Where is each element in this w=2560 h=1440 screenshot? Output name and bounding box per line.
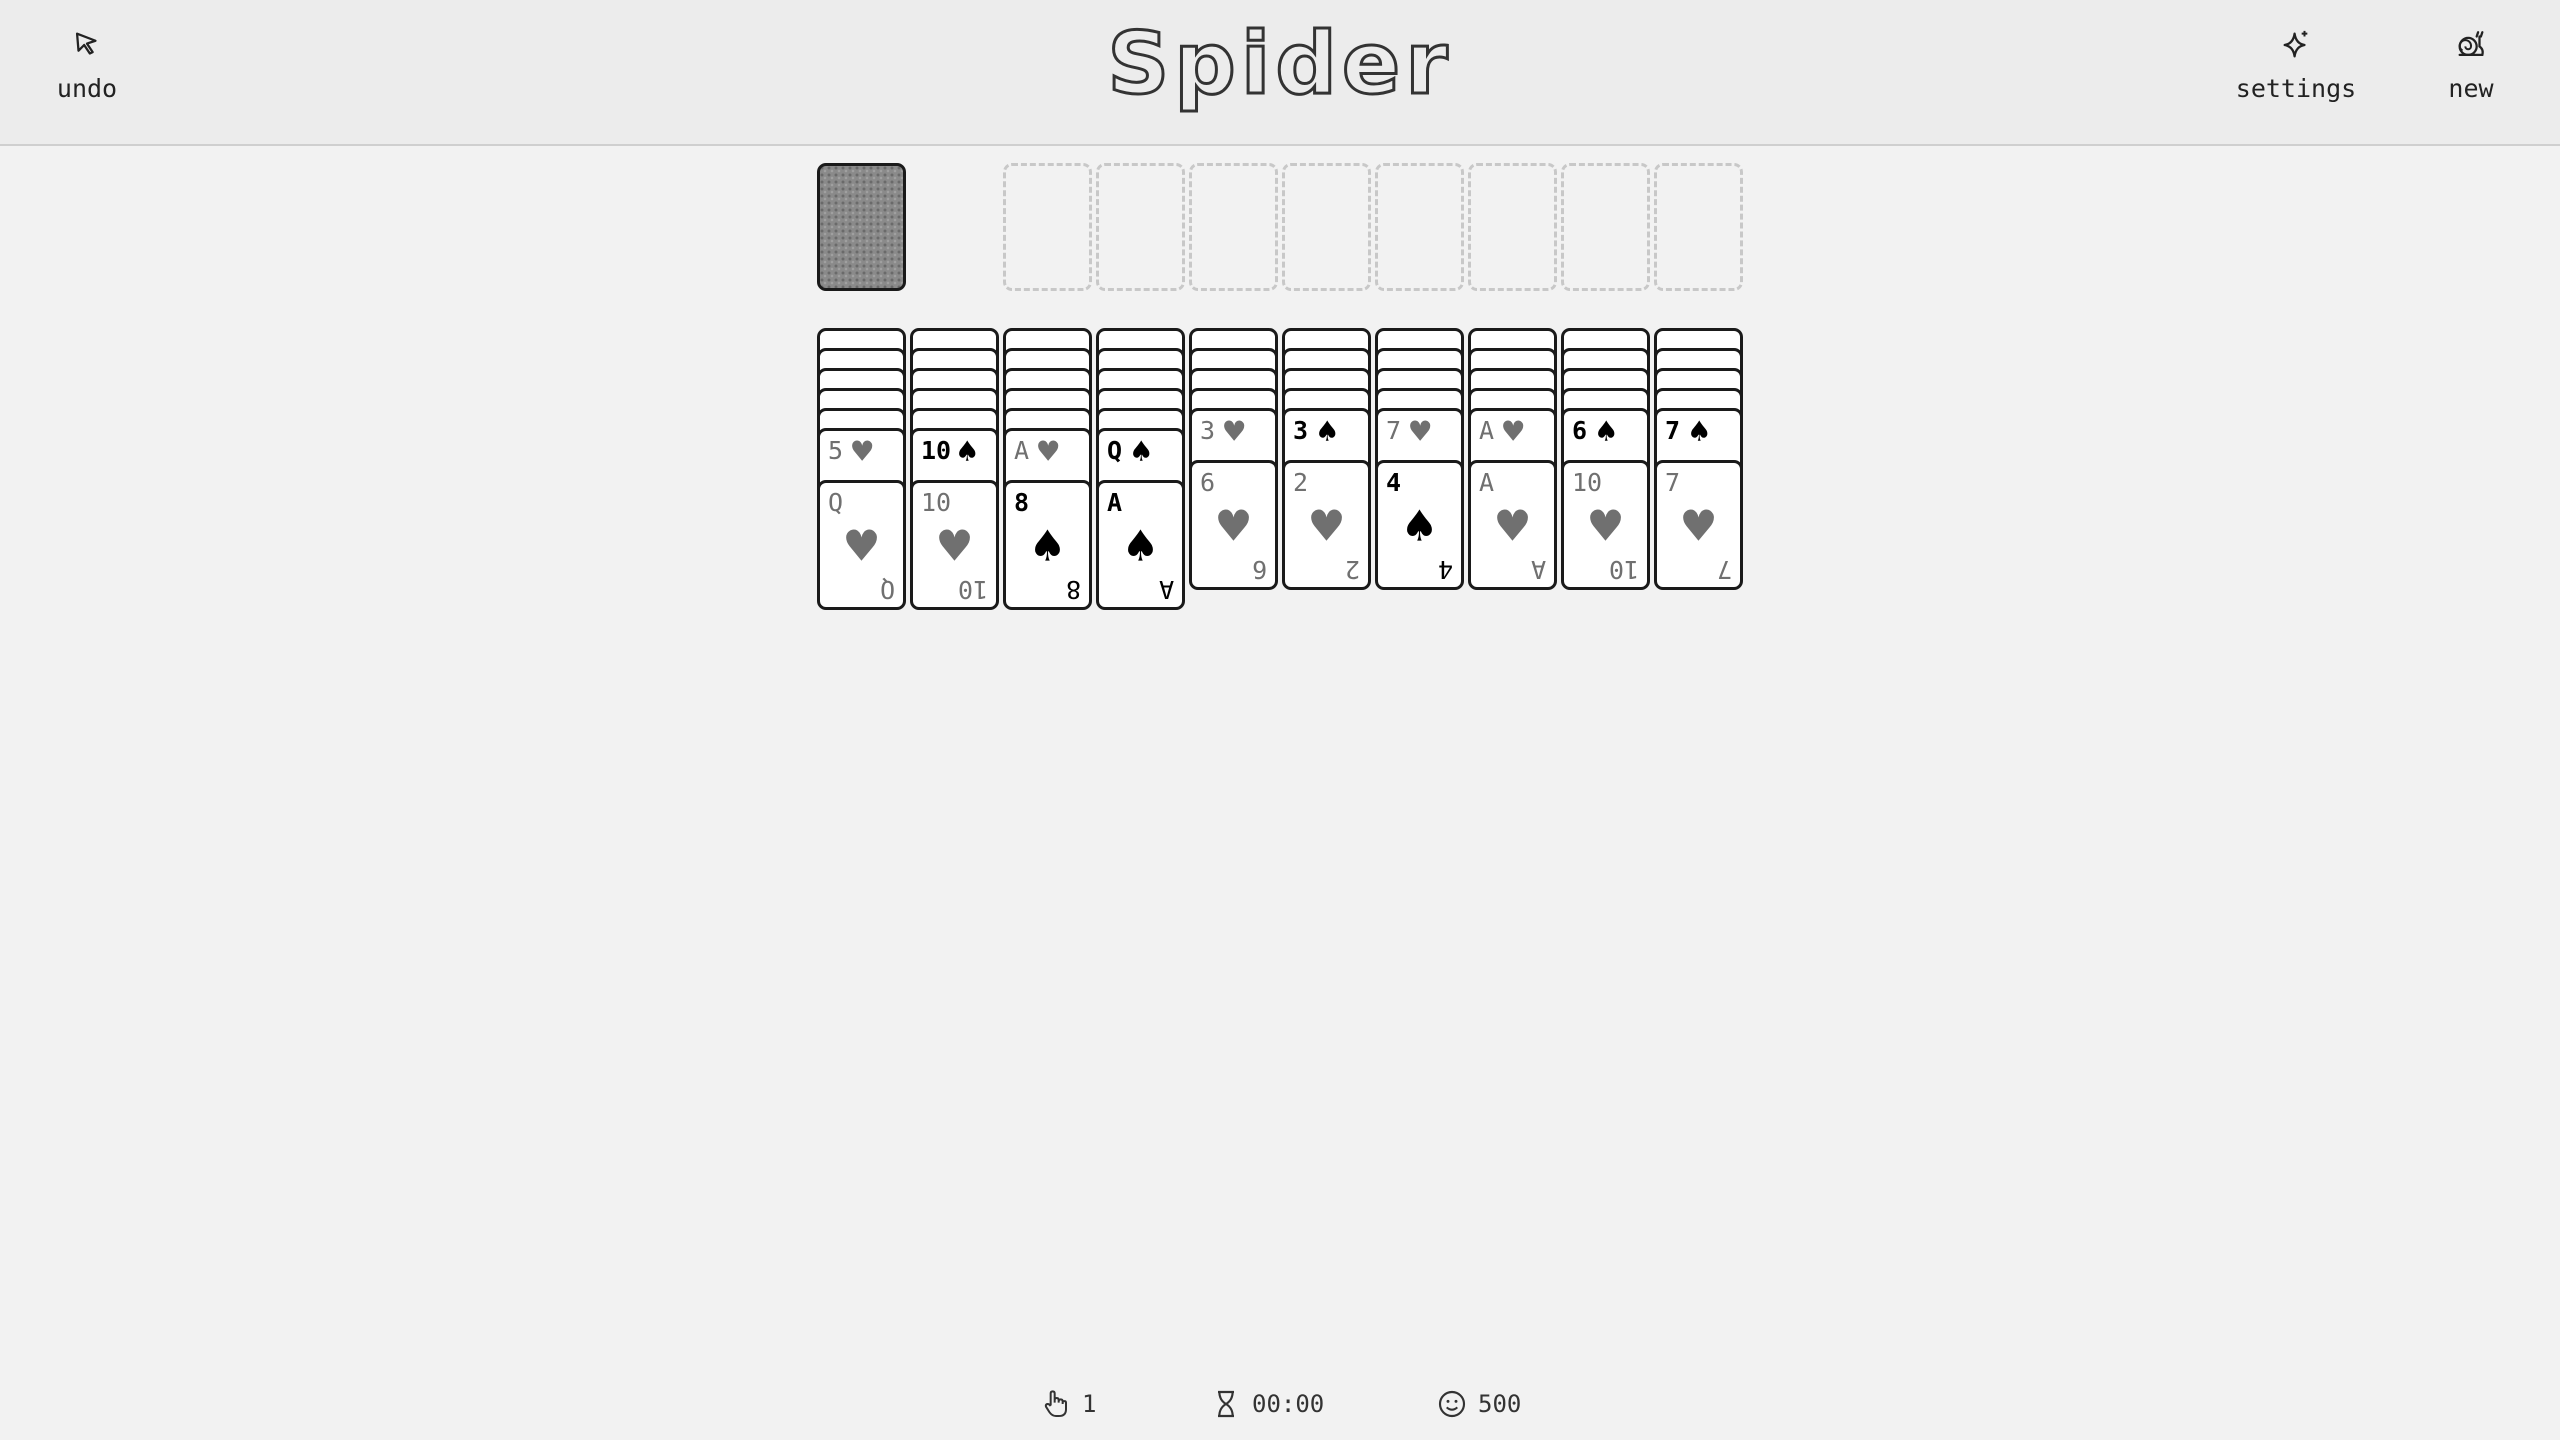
card-rank-corner: Q — [879, 575, 895, 604]
card-rank-corner: 4 — [1437, 555, 1453, 584]
heart-suit-icon: ♥ — [1217, 497, 1250, 557]
new-label: new — [2448, 74, 2494, 103]
foundation-slot — [1468, 163, 1557, 291]
heart-suit-icon: ♥ — [1038, 432, 1059, 472]
card-rank: Q — [1107, 436, 1123, 465]
timer: 00:00 — [1210, 1384, 1324, 1424]
heart-suit-icon: ♥ — [1682, 497, 1715, 557]
card-rank-corner: 7 — [1716, 555, 1732, 584]
playing-card[interactable]: 10 ♥ 10 — [910, 480, 999, 610]
card-rank: A — [1107, 488, 1123, 517]
foundation-slot — [1096, 163, 1185, 291]
playing-card[interactable]: 6 ♥ 6 — [1189, 460, 1278, 590]
card-rank: 7 — [1665, 468, 1681, 497]
card-rank: 8 — [1014, 488, 1030, 517]
heart-suit-icon: ♥ — [1410, 412, 1431, 452]
heart-suit-icon: ♥ — [1310, 497, 1343, 557]
moves-value: 1 — [1082, 1390, 1097, 1418]
foundation-slot — [1282, 163, 1371, 291]
card-rank: 5 — [828, 436, 844, 465]
playing-card[interactable]: 2 ♥ 2 — [1282, 460, 1371, 590]
heart-suit-icon: ♥ — [1503, 412, 1524, 452]
stock-pile[interactable] — [817, 163, 906, 291]
card-rank-corner: 6 — [1251, 555, 1267, 584]
card-rank: 2 — [1293, 468, 1309, 497]
game-title: Spider — [1106, 13, 1453, 116]
spade-suit-icon: ♠ — [1403, 497, 1436, 557]
card-rank: 7 — [1386, 416, 1402, 445]
card-rank: 3 — [1293, 416, 1309, 445]
foundation-slot — [1003, 163, 1092, 291]
spade-suit-icon: ♠ — [1596, 412, 1617, 452]
playing-card[interactable]: 4 ♠ 4 — [1375, 460, 1464, 590]
card-rank-corner: 10 — [957, 575, 988, 604]
hand-icon — [1044, 1390, 1067, 1417]
playing-card[interactable]: Q ♥ Q — [817, 480, 906, 610]
card-rank: 7 — [1665, 416, 1681, 445]
heart-suit-icon: ♥ — [1589, 497, 1622, 557]
time-value: 00:00 — [1252, 1390, 1325, 1418]
heart-suit-icon: ♥ — [845, 517, 878, 577]
spade-suit-icon: ♠ — [1124, 517, 1157, 577]
playing-card[interactable]: 7 ♥ 7 — [1654, 460, 1743, 590]
heart-suit-icon: ♥ — [1224, 412, 1245, 452]
foundation-slot — [1561, 163, 1650, 291]
playing-card[interactable]: A ♠ A — [1096, 480, 1185, 610]
heart-suit-icon: ♥ — [938, 517, 971, 577]
smiley-icon — [1438, 1390, 1466, 1418]
spade-suit-icon: ♠ — [1131, 432, 1152, 472]
new-game-button[interactable]: new — [2396, 28, 2546, 118]
heart-suit-icon: ♥ — [852, 432, 873, 472]
card-rank: A — [1014, 436, 1030, 465]
foundation-slot — [1189, 163, 1278, 291]
top-bar: undo Spider settings new — [0, 0, 2560, 146]
card-rank: 10 — [921, 488, 952, 517]
moves-counter: 1 — [1040, 1384, 1096, 1424]
card-rank: Q — [828, 488, 844, 517]
playing-card[interactable]: A ♥ A — [1468, 460, 1557, 590]
card-rank: A — [1479, 468, 1495, 497]
card-rank-corner: 10 — [1608, 555, 1639, 584]
card-rank: 4 — [1386, 468, 1402, 497]
card-rank-corner: A — [1530, 555, 1546, 584]
card-rank: 6 — [1572, 416, 1588, 445]
hourglass-icon — [1218, 1390, 1234, 1418]
card-rank: A — [1479, 416, 1495, 445]
spade-suit-icon: ♠ — [1031, 517, 1064, 577]
card-rank: 3 — [1200, 416, 1216, 445]
snail-icon — [2458, 31, 2484, 57]
card-rank: 6 — [1200, 468, 1216, 497]
spade-suit-icon: ♠ — [1689, 412, 1710, 452]
sparkle-icon — [2283, 30, 2308, 58]
foundation-slot — [1375, 163, 1464, 291]
settings-label: settings — [2235, 74, 2357, 103]
score-value: 500 — [1478, 1390, 1522, 1418]
heart-suit-icon: ♥ — [1496, 497, 1529, 557]
card-rank-corner: A — [1158, 575, 1174, 604]
settings-button[interactable]: settings — [2221, 28, 2371, 118]
card-rank-corner: 8 — [1065, 575, 1081, 604]
foundation-slot — [1654, 163, 1743, 291]
playing-card[interactable]: 10 ♥ 10 — [1561, 460, 1650, 590]
card-rank: 10 — [921, 436, 952, 465]
spade-suit-icon: ♠ — [1317, 412, 1338, 452]
card-rank: 10 — [1572, 468, 1603, 497]
playing-card[interactable]: 8 ♠ 8 — [1003, 480, 1092, 610]
score-display: 500 — [1436, 1384, 1521, 1424]
card-rank-corner: 2 — [1344, 555, 1360, 584]
spade-suit-icon: ♠ — [957, 432, 978, 472]
